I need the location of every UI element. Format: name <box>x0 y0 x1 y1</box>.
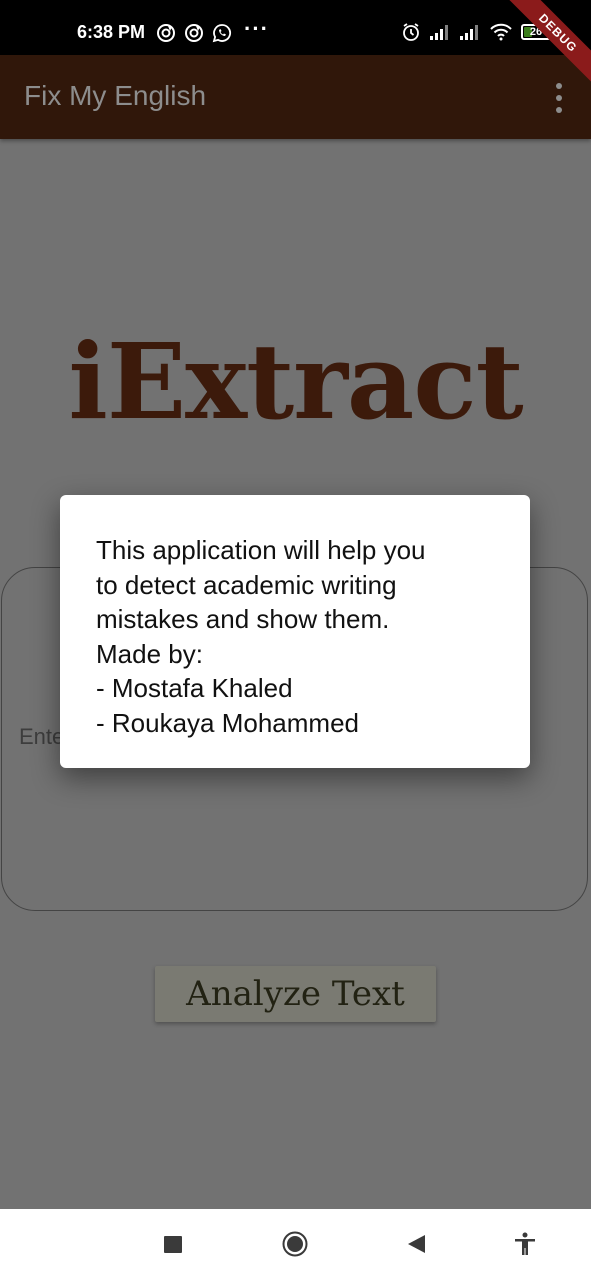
dialog-line: mistakes and show them. <box>96 604 390 634</box>
more-vert-icon <box>556 83 562 89</box>
more-notifications-icon: ··· <box>244 16 269 41</box>
status-time: 6:38 PM <box>77 22 146 42</box>
system-nav-bar <box>0 1209 591 1280</box>
about-dialog: This application will help you to detect… <box>60 495 530 768</box>
whatsapp-icon <box>212 24 231 43</box>
app-bar: Fix My English <box>0 55 591 139</box>
home-icon[interactable] <box>282 1231 308 1257</box>
signal-icon <box>460 25 478 40</box>
analyze-text-button[interactable]: Analyze Text <box>155 966 436 1022</box>
alarm-icon <box>403 23 419 41</box>
dialog-line: Made by: <box>96 638 203 669</box>
app-logo: iExtract <box>68 320 523 443</box>
status-system-icons: 26 <box>401 22 554 42</box>
app-title: Fix My English <box>24 80 207 111</box>
dialog-line: to detect academic writing <box>96 569 397 600</box>
text-input-placeholder: Ente <box>19 724 65 749</box>
recents-icon[interactable] <box>164 1236 182 1253</box>
wifi-icon <box>490 23 512 41</box>
overflow-menu-button[interactable] <box>549 83 569 113</box>
sync-icon <box>185 24 203 42</box>
signal-icon <box>430 25 448 40</box>
dialog-line: This application will help you <box>96 535 426 565</box>
accessibility-icon[interactable] <box>512 1231 538 1257</box>
dialog-line: - Mostafa Khaled <box>96 673 293 703</box>
back-icon[interactable] <box>405 1233 427 1255</box>
dialog-line: - Roukaya Mohammed <box>96 707 359 738</box>
sync-icon <box>157 24 175 42</box>
status-notification-icons <box>156 23 232 43</box>
dialog-message: This application will help you to detect… <box>96 533 510 740</box>
status-bar: 6:38 PM ··· 26 <box>0 0 591 55</box>
